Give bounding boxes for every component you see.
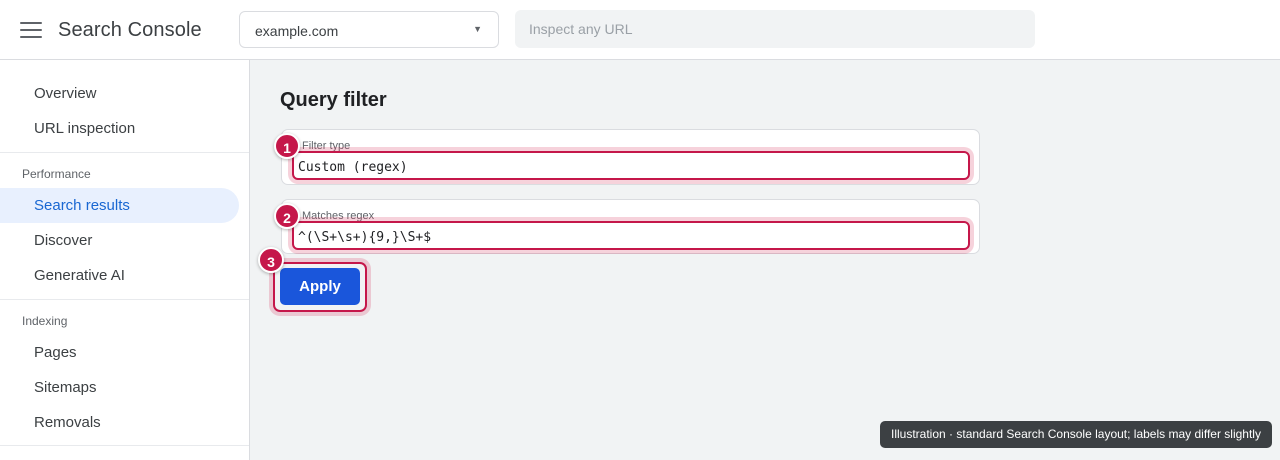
sidebar-item-discover[interactable]: Discover [0,223,239,258]
sidebar-item-label: Pages [34,344,77,361]
sidebar: Overview URL inspection Performance Sear… [0,60,250,460]
property-select[interactable]: example.com ▼ [239,11,499,48]
regex-field[interactable] [292,221,970,250]
section-label-performance: Performance [22,167,91,181]
sidebar-divider [0,299,249,300]
matches-regex-card: Matches regex [281,199,980,254]
sidebar-item-overview[interactable]: Overview [0,76,239,111]
filter-type-card: Filter type [281,129,980,185]
sidebar-item-label: Removals [34,414,101,431]
page-title: Query filter [280,89,387,111]
property-value: example.com [255,23,339,39]
filter-type-field[interactable] [292,151,970,180]
sidebar-item-label: Generative AI [34,267,125,284]
triangle-down-icon: ▼ [473,24,482,34]
section-label-indexing: Indexing [22,314,68,328]
app-title: Search Console [58,19,202,41]
illustration-note: Illustration · standard Search Console l… [880,421,1272,448]
sidebar-item-url-inspection[interactable]: URL inspection [0,111,239,146]
sidebar-item-label: Sitemaps [34,379,97,396]
step-marker-3: 3 [258,247,284,273]
sidebar-divider [0,152,249,153]
sidebar-item-pages[interactable]: Pages [0,335,239,370]
sidebar-item-search-results[interactable]: Search results [0,188,239,223]
sidebar-item-label: Overview [34,85,97,102]
sidebar-item-sitemaps[interactable]: Sitemaps [0,370,239,405]
hamburger-menu-icon[interactable] [20,20,42,40]
top-bar: Search Console example.com ▼ [0,0,1280,60]
inspect-url-input[interactable] [515,10,1035,48]
sidebar-item-generative-ai[interactable]: Generative AI [0,258,239,293]
sidebar-item-label: URL inspection [34,120,136,137]
apply-button[interactable]: Apply [280,268,360,305]
step-marker-2: 2 [274,203,300,229]
sidebar-divider [0,445,249,446]
sidebar-item-removals[interactable]: Removals [0,405,239,440]
sidebar-item-label: Discover [34,232,93,249]
sidebar-item-label: Search results [34,197,130,214]
step-marker-1: 1 [274,133,300,159]
